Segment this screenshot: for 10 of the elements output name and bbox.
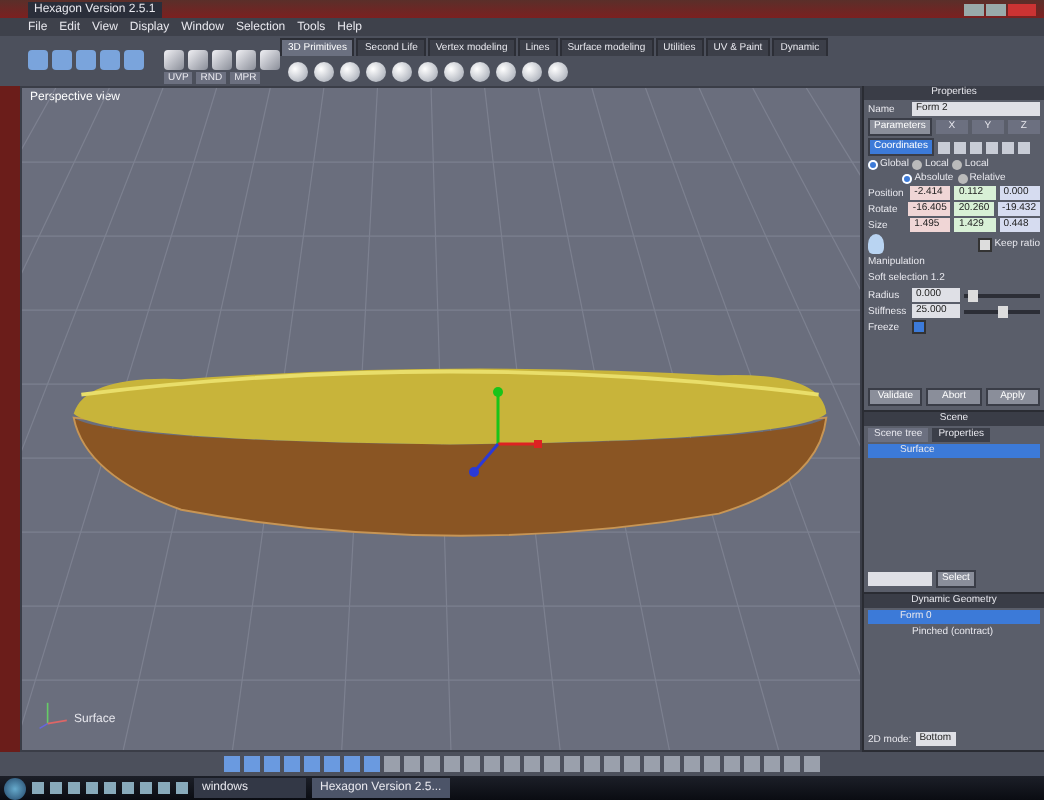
search-field[interactable] bbox=[868, 572, 932, 586]
slider-thumb[interactable] bbox=[998, 305, 1008, 317]
maximize-icon[interactable] bbox=[986, 3, 1006, 15]
slider-thumb[interactable] bbox=[967, 289, 978, 301]
bulb-icon[interactable] bbox=[868, 234, 884, 254]
start-button[interactable] bbox=[4, 777, 26, 799]
axis-icon bbox=[38, 698, 70, 730]
close-icon[interactable] bbox=[1008, 3, 1036, 15]
minimize-icon[interactable] bbox=[964, 3, 984, 15]
freeze-checkbox[interactable] bbox=[912, 320, 926, 334]
